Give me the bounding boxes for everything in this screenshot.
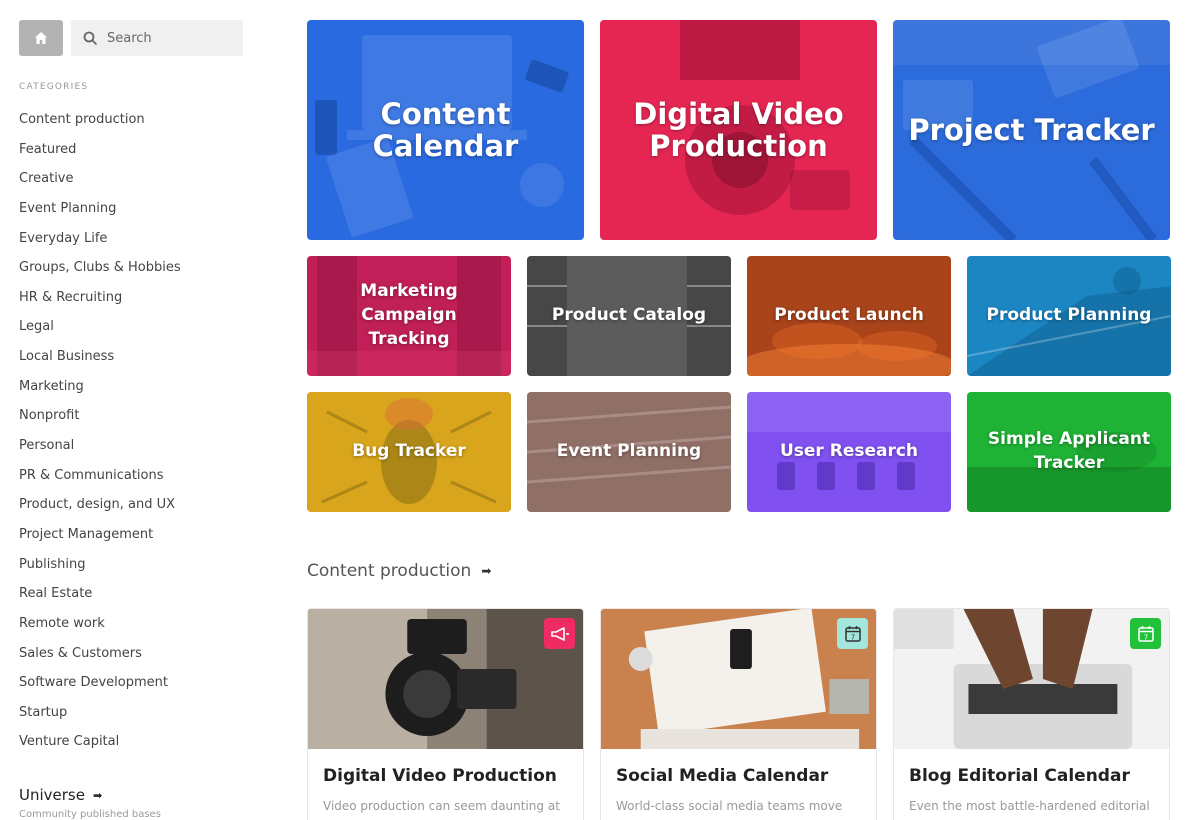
megaphone-icon (550, 626, 569, 641)
universe-link[interactable]: Universe ➡ (19, 786, 102, 804)
category-product-design-ux[interactable]: Product, design, and UX (19, 495, 181, 525)
card-image (601, 609, 876, 749)
home-button[interactable] (19, 20, 63, 56)
tile-title: Simple Applicant Tracker (987, 429, 1151, 473)
category-list: Content production Featured Creative Eve… (19, 110, 181, 762)
tile-title: Product Catalog (551, 305, 707, 326)
tile-title: Bug Tracker (352, 441, 466, 462)
category-event-planning[interactable]: Event Planning (19, 199, 181, 229)
featured-tile-product-catalog[interactable]: Product Catalog (527, 256, 731, 376)
sidebar: CATEGORIES Content production Featured C… (0, 0, 280, 820)
category-creative[interactable]: Creative (19, 169, 181, 199)
category-groups-clubs-hobbies[interactable]: Groups, Clubs & Hobbies (19, 258, 181, 288)
featured-tile-product-planning[interactable]: Product Planning (967, 256, 1171, 376)
featured-tile-product-launch[interactable]: Product Launch (747, 256, 951, 376)
tile-title: Event Planning (556, 441, 702, 462)
card-description: Video production can seem daunting at (323, 799, 560, 813)
card-badge: 7 (1130, 618, 1161, 649)
category-marketing[interactable]: Marketing (19, 377, 181, 407)
search-box[interactable] (71, 20, 243, 56)
universe-subtitle: Community published bases (19, 809, 161, 820)
category-pr-communications[interactable]: PR & Communications (19, 466, 181, 496)
section-title: Content production (307, 561, 472, 581)
category-hr-recruiting[interactable]: HR & Recruiting (19, 288, 181, 318)
featured-tile-user-research[interactable]: User Research (747, 392, 951, 512)
featured-tile-bug-tracker[interactable]: Bug Tracker (307, 392, 511, 512)
arrow-right-icon: ➡ (92, 788, 103, 802)
card-description: World-class social media teams move (616, 799, 843, 813)
card-image (308, 609, 583, 749)
calendar-icon: 7 (1137, 625, 1154, 642)
template-card-blog-editorial-calendar[interactable]: 7 Blog Editorial Calendar Even the most … (893, 608, 1170, 820)
card-image (894, 609, 1169, 749)
tile-title: Project Tracker (908, 112, 1155, 147)
category-content-production[interactable]: Content production (19, 110, 181, 140)
categories-heading: CATEGORIES (19, 82, 89, 92)
category-venture-capital[interactable]: Venture Capital (19, 732, 181, 762)
featured-tile-content-calendar[interactable]: Content Calendar (307, 20, 584, 240)
category-startup[interactable]: Startup (19, 703, 181, 733)
card-badge: 7 (837, 618, 868, 649)
category-personal[interactable]: Personal (19, 436, 181, 466)
svg-text:7: 7 (1143, 633, 1147, 641)
tile-title: User Research (779, 441, 919, 462)
template-card-digital-video-production[interactable]: Digital Video Production Video productio… (307, 608, 584, 820)
tile-title: Product Planning (986, 305, 1152, 326)
featured-tile-project-tracker[interactable]: Project Tracker (893, 20, 1170, 240)
section-heading-link[interactable]: Content production ➡ (307, 561, 491, 581)
featured-tile-simple-applicant-tracker[interactable]: Simple Applicant Tracker (967, 392, 1171, 512)
search-icon (81, 29, 99, 47)
tile-title: Product Launch (774, 305, 924, 326)
svg-text:7: 7 (850, 633, 854, 641)
card-title: Digital Video Production (323, 766, 557, 786)
category-remote-work[interactable]: Remote work (19, 614, 181, 644)
category-project-management[interactable]: Project Management (19, 525, 181, 555)
card-description: Even the most battle-hardened editorial (909, 799, 1150, 813)
calendar-icon: 7 (844, 625, 861, 642)
search-input[interactable] (107, 30, 237, 46)
category-nonprofit[interactable]: Nonprofit (19, 406, 181, 436)
tile-title: Marketing Campaign Tracking (360, 281, 458, 349)
category-real-estate[interactable]: Real Estate (19, 584, 181, 614)
category-publishing[interactable]: Publishing (19, 555, 181, 585)
featured-tile-marketing-campaign-tracking[interactable]: Marketing Campaign Tracking (307, 256, 511, 376)
category-legal[interactable]: Legal (19, 317, 181, 347)
category-featured[interactable]: Featured (19, 140, 181, 170)
tile-title: Content Calendar (372, 96, 519, 163)
card-title: Social Media Calendar (616, 766, 829, 786)
category-local-business[interactable]: Local Business (19, 347, 181, 377)
card-title: Blog Editorial Calendar (909, 766, 1130, 786)
tile-title: Digital Video Production (633, 96, 844, 163)
arrow-right-icon: ➡ (481, 564, 492, 578)
template-card-social-media-calendar[interactable]: 7 Social Media Calendar World-class soci… (600, 608, 877, 820)
card-badge (544, 618, 575, 649)
category-sales-customers[interactable]: Sales & Customers (19, 644, 181, 674)
category-software-development[interactable]: Software Development (19, 673, 181, 703)
category-everyday-life[interactable]: Everyday Life (19, 229, 181, 259)
featured-tile-event-planning[interactable]: Event Planning (527, 392, 731, 512)
featured-tile-digital-video-production[interactable]: Digital Video Production (600, 20, 877, 240)
home-icon (35, 32, 47, 44)
universe-label: Universe (19, 786, 85, 804)
